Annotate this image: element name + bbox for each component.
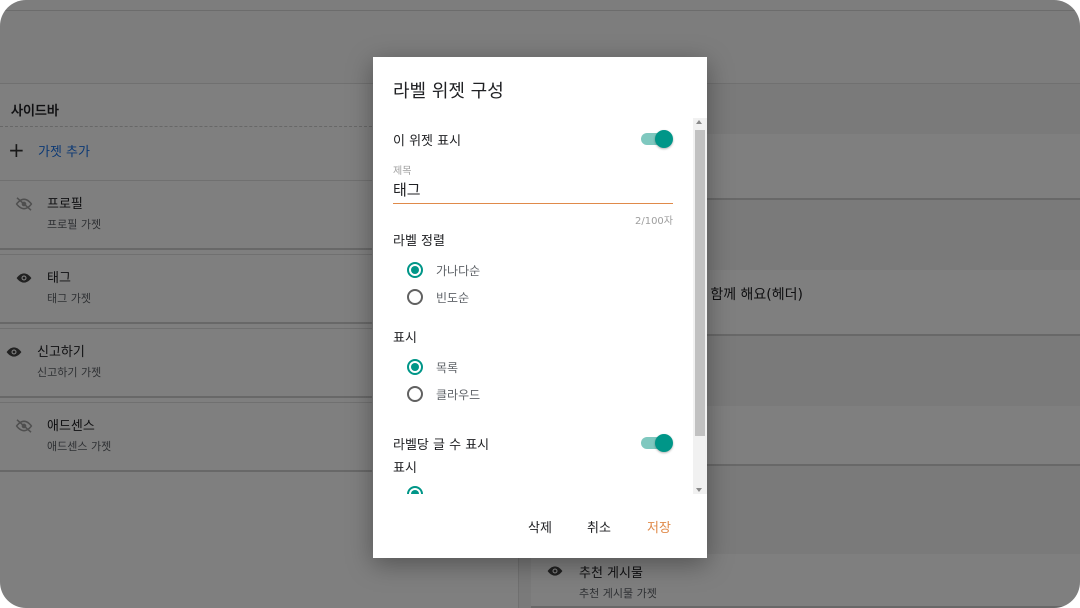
delete-button[interactable]: 삭제 (528, 517, 552, 536)
display-cloud-label[interactable]: 클라우드 (436, 386, 480, 403)
cancel-button[interactable]: 취소 (587, 517, 611, 536)
sort-frequency-label[interactable]: 빈도순 (436, 289, 469, 306)
scroll-down-arrow-icon[interactable] (696, 488, 702, 492)
scrollbar-thumb[interactable] (695, 130, 705, 436)
display-cloud-radio[interactable] (407, 386, 423, 402)
label-widget-dialog: 라벨 위젯 구성 이 위젯 표시 제목 2/100자 라벨 정렬 가나다순 빈도… (373, 57, 707, 558)
sort-alphabetical-radio[interactable] (407, 262, 423, 278)
dialog-title: 라벨 위젯 구성 (393, 81, 504, 102)
save-button[interactable]: 저장 (647, 517, 671, 536)
scroll-up-arrow-icon[interactable] (696, 120, 702, 124)
dialog-scroll-content[interactable]: 이 위젯 표시 제목 2/100자 라벨 정렬 가나다순 빈도순 표시 목록 클… (373, 120, 693, 494)
display-heading-2: 표시 (393, 461, 417, 476)
sort-alphabetical-label[interactable]: 가나다순 (436, 262, 480, 279)
toggle-knob (655, 130, 673, 148)
title-field-caption: 제목 (393, 166, 412, 177)
display-list-label[interactable]: 목록 (436, 359, 458, 376)
display-option-radio-cut[interactable] (407, 486, 423, 494)
title-input[interactable] (393, 176, 673, 204)
sort-heading: 라벨 정렬 (393, 234, 445, 249)
show-widget-label: 이 위젯 표시 (393, 134, 462, 149)
display-list-radio[interactable] (407, 359, 423, 375)
display-heading: 표시 (393, 331, 417, 346)
show-count-label: 라벨당 글 수 표시 (393, 438, 490, 453)
show-count-toggle[interactable] (641, 434, 673, 452)
title-char-counter: 2/100자 (634, 216, 673, 227)
toggle-knob (655, 434, 673, 452)
show-widget-toggle[interactable] (641, 130, 673, 148)
dialog-scrollbar[interactable] (693, 118, 707, 494)
dialog-actions: 삭제 취소 저장 (373, 517, 707, 541)
sort-frequency-radio[interactable] (407, 289, 423, 305)
